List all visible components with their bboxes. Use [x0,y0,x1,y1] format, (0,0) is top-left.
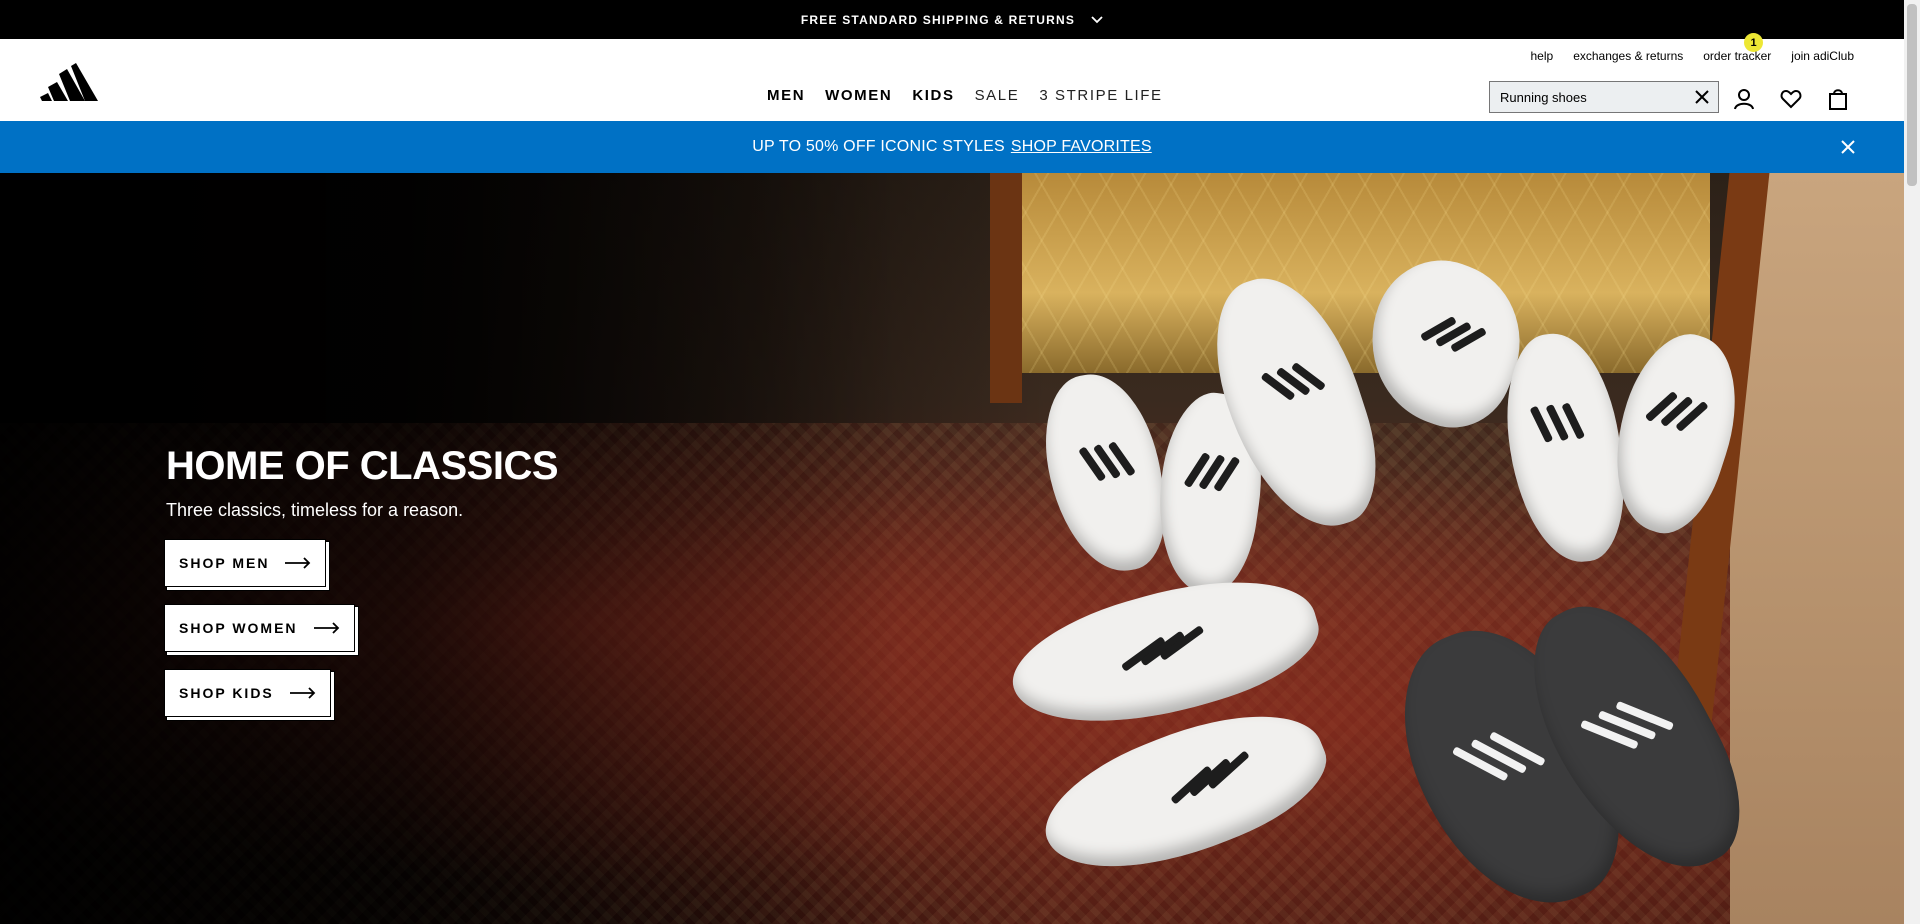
nav-men[interactable]: MEN [767,87,805,104]
nav-kids[interactable]: KIDS [912,87,954,104]
hero-subtitle: Three classics, timeless for a reason. [166,500,464,520]
close-icon[interactable] [1694,89,1710,105]
shop-favorites-link[interactable]: SHOP FAVORITES [1011,138,1152,156]
shop-kids-button[interactable]: SHOP KIDS [164,669,331,717]
bag-icon[interactable] [1826,87,1850,111]
shop-women-button[interactable]: SHOP WOMEN [164,604,355,652]
shop-men-label: SHOP MEN [179,555,270,571]
arrow-right-icon [289,687,316,699]
nav-sale[interactable]: SALE [975,87,1020,104]
nav-women[interactable]: WOMEN [825,87,892,104]
arrow-right-icon [285,557,311,569]
shop-men-button[interactable]: SHOP MEN [164,539,327,587]
hero-shadow-overlay [0,173,900,924]
join-adiclub-link[interactable]: join adiClub [1791,49,1854,63]
shop-kids-label: SHOP KIDS [179,685,274,701]
account-badge: 1 [1744,33,1763,52]
close-icon[interactable] [1840,139,1856,155]
nav-3-stripe-life[interactable]: 3 STRIPE LIFE [1039,87,1162,104]
wishlist-icon[interactable] [1779,87,1803,111]
shop-women-label: SHOP WOMEN [179,620,298,636]
site-header: help exchanges & returns order tracker j… [0,39,1904,121]
account-icon[interactable] [1732,87,1756,111]
scrollbar-thumb[interactable] [1907,4,1917,186]
utility-links: help exchanges & returns order tracker j… [1531,49,1855,63]
chevron-down-icon[interactable] [1091,15,1103,24]
search-box [1489,81,1719,113]
shipping-bar[interactable]: FREE STANDARD SHIPPING & RETURNS [0,0,1904,39]
hero-door-frame [990,173,1022,403]
main-nav: MEN WOMEN KIDS SALE 3 STRIPE LIFE [767,87,1163,104]
order-tracker-link[interactable]: order tracker [1703,49,1771,63]
hero-banner[interactable]: HOME OF CLASSICS Three classics, timeles… [0,173,1904,924]
arrow-right-icon [313,622,339,634]
shipping-message[interactable]: FREE STANDARD SHIPPING & RETURNS [801,13,1075,27]
adidas-logo[interactable] [40,63,100,103]
promo-banner: UP TO 50% OFF ICONIC STYLES SHOP FAVORIT… [0,121,1904,173]
hero-title: HOME OF CLASSICS [166,444,559,488]
search-input[interactable] [1490,82,1680,112]
help-link[interactable]: help [1531,49,1554,63]
exchanges-returns-link[interactable]: exchanges & returns [1573,49,1683,63]
hero-glass-door-image [1020,173,1710,373]
promo-text: UP TO 50% OFF ICONIC STYLES [752,138,1005,155]
